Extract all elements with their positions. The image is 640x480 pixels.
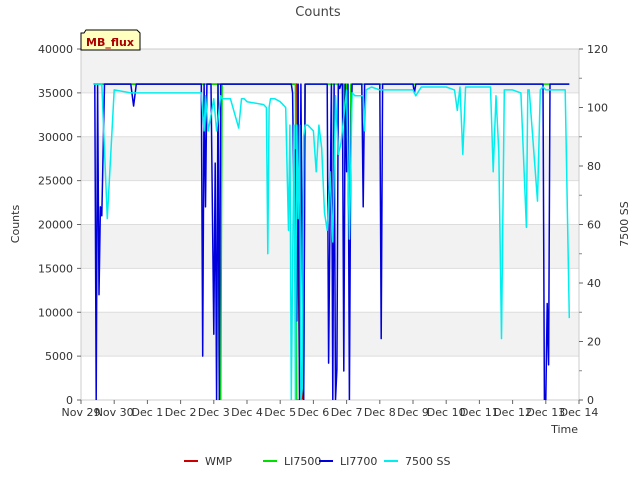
grid-band [81, 312, 579, 357]
x-tick-label: Nov 30 [95, 406, 134, 419]
legend: WMP LI7500 LI7700 7500 SS [184, 455, 450, 468]
y-axis-label: Counts [9, 205, 22, 244]
y2-tick-label: 100 [587, 102, 608, 115]
y-tick-label: 15000 [38, 262, 73, 275]
x-axis-label: Time [550, 423, 578, 436]
x-tick-label: Dec 1 [132, 406, 164, 419]
x-axis-ticks: Nov 29Nov 30Dec 1 Dec 2 Dec 3 Dec 4 Dec 5 Dec… [62, 400, 599, 419]
legend-label: 7500 SS [405, 455, 450, 468]
y2-tick-label: 20 [587, 336, 601, 349]
x-tick-label: Dec 14 [560, 406, 599, 419]
x-tick-label: Dec 5 [264, 406, 296, 419]
y2-axis-label: 7500 SS [618, 201, 631, 246]
y-tick-label: 35000 [38, 87, 73, 100]
x-tick-label: Dec 4 [231, 406, 263, 419]
x-tick-label: Dec 7 [331, 406, 363, 419]
annotation-label: MB_flux [86, 36, 134, 49]
x-tick-label: Dec 9 [397, 406, 429, 419]
legend-label: LI7500 [284, 455, 321, 468]
y2-tick-label: 60 [587, 219, 601, 232]
y2-tick-label: 120 [587, 43, 608, 56]
chart-title: Counts [295, 5, 341, 20]
y-tick-label: 10000 [38, 306, 73, 319]
grid-band [81, 49, 579, 93]
y2-tick-label: 80 [587, 160, 601, 173]
x-tick-label: Dec 6 [298, 406, 330, 419]
y-axis-ticks: 0500010000150002000025000300003500040000 [38, 43, 81, 407]
x-tick-label: Dec 8 [364, 406, 396, 419]
y-tick-label: 30000 [38, 131, 73, 144]
x-tick-label: Dec 3 [198, 406, 230, 419]
y-tick-label: 25000 [38, 175, 73, 188]
legend-label: WMP [205, 455, 232, 468]
legend-label: LI7700 [340, 455, 377, 468]
annotation-box: MB_flux [80, 29, 141, 51]
y-tick-label: 40000 [38, 43, 73, 56]
x-tick-label: Dec 2 [165, 406, 197, 419]
y2-axis-ticks: 020406080100120 [579, 43, 608, 407]
y-tick-label: 5000 [45, 350, 73, 363]
y2-tick-label: 40 [587, 277, 601, 290]
chart: Counts 050001000015000200002500030000350… [9, 5, 631, 468]
y-tick-label: 20000 [38, 219, 73, 232]
